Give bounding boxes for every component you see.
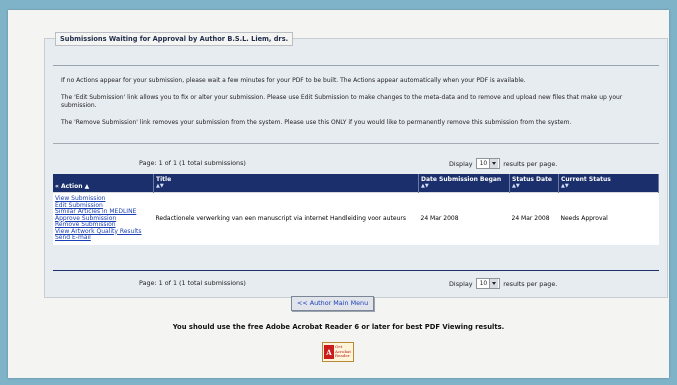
get-acrobat-reader-badge[interactable]: A Get Acrobat Reader — [322, 342, 354, 362]
per-page-value: 10 — [479, 160, 488, 167]
sort-icon[interactable]: ▲▼ — [156, 183, 416, 190]
per-page-value: 10 — [479, 280, 488, 287]
results-label: results per page. — [503, 159, 558, 168]
current-status-cell: Needs Approval — [558, 192, 659, 245]
per-page-select[interactable]: 10 — [475, 278, 501, 289]
badge-reader: Reader — [335, 353, 350, 359]
chevron-down-icon[interactable] — [489, 159, 499, 168]
sort-asc-icon[interactable]: ▲ — [85, 183, 90, 190]
status-date-header-label: Status Date — [512, 176, 553, 183]
display-label: Display — [449, 279, 473, 288]
divider — [53, 65, 659, 66]
pager-top: Page: 1 of 1 (1 total submissions) Displ… — [45, 157, 667, 169]
title-header-label: Title — [156, 176, 172, 183]
date-began-header-label: Date Submission Began — [421, 176, 502, 183]
column-date-began[interactable]: Date Submission Began ▲▼ — [418, 174, 510, 193]
acrobat-advice-text: You should use the free Adobe Acrobat Re… — [172, 323, 505, 331]
adobe-logo-icon: A — [324, 345, 334, 359]
sort-icon[interactable]: ▲▼ — [421, 183, 507, 190]
page: Submissions Waiting for Approval by Auth… — [8, 10, 669, 378]
per-page-control: Display 10 results per page. — [449, 278, 557, 289]
action-header-label: « Action — [55, 183, 83, 190]
display-label: Display — [449, 159, 473, 168]
results-label: results per page. — [503, 279, 558, 288]
info-remove-submission: The 'Remove Submission' link removes you… — [61, 119, 572, 126]
info-edit-submission: The 'Edit Submission' link allows you to… — [61, 94, 623, 109]
table-header-row: « Action ▲ Title ▲▼ Date Submission Bega… — [53, 174, 659, 193]
send-email-link[interactable]: Send E-mail — [55, 234, 152, 242]
current-status-header-label: Current Status — [561, 176, 611, 183]
actions-cell: View Submission Edit Submission Similar … — [53, 192, 154, 245]
column-status-date[interactable]: Status Date ▲▼ — [509, 174, 559, 193]
status-date-cell: 24 Mar 2008 — [509, 192, 559, 245]
column-title[interactable]: Title ▲▼ — [153, 174, 419, 193]
title-cell: Redactionele verwerking van een manuscri… — [153, 192, 419, 245]
submissions-panel: Submissions Waiting for Approval by Auth… — [44, 32, 668, 298]
date-began-cell: 24 Mar 2008 — [418, 192, 510, 245]
divider — [53, 143, 659, 144]
page-info: Page: 1 of 1 (1 total submissions) — [139, 159, 246, 167]
pager-bottom: Page: 1 of 1 (1 total submissions) Displ… — [45, 277, 667, 289]
sort-icon[interactable]: ▲▼ — [512, 183, 556, 190]
author-main-menu-button[interactable]: << Author Main Menu — [291, 296, 375, 311]
table-bottom-border — [53, 270, 659, 271]
per-page-control: Display 10 results per page. — [449, 158, 557, 169]
action-links: View Submission Edit Submission Similar … — [55, 195, 152, 242]
info-pdf-build: If no Actions appear for your submission… — [61, 77, 526, 84]
sort-icon[interactable]: ▲▼ — [561, 183, 656, 190]
per-page-select[interactable]: 10 — [475, 158, 501, 169]
chevron-down-icon[interactable] — [489, 279, 499, 288]
page-info: Page: 1 of 1 (1 total submissions) — [139, 279, 246, 287]
table-row: View Submission Edit Submission Similar … — [53, 192, 659, 245]
column-action[interactable]: « Action ▲ — [53, 174, 154, 193]
column-current-status[interactable]: Current Status ▲▼ — [558, 174, 659, 193]
panel-legend: Submissions Waiting for Approval by Auth… — [55, 32, 294, 46]
submissions-table: « Action ▲ Title ▲▼ Date Submission Bega… — [53, 174, 659, 245]
badge-text: Get Acrobat Reader — [335, 344, 351, 359]
